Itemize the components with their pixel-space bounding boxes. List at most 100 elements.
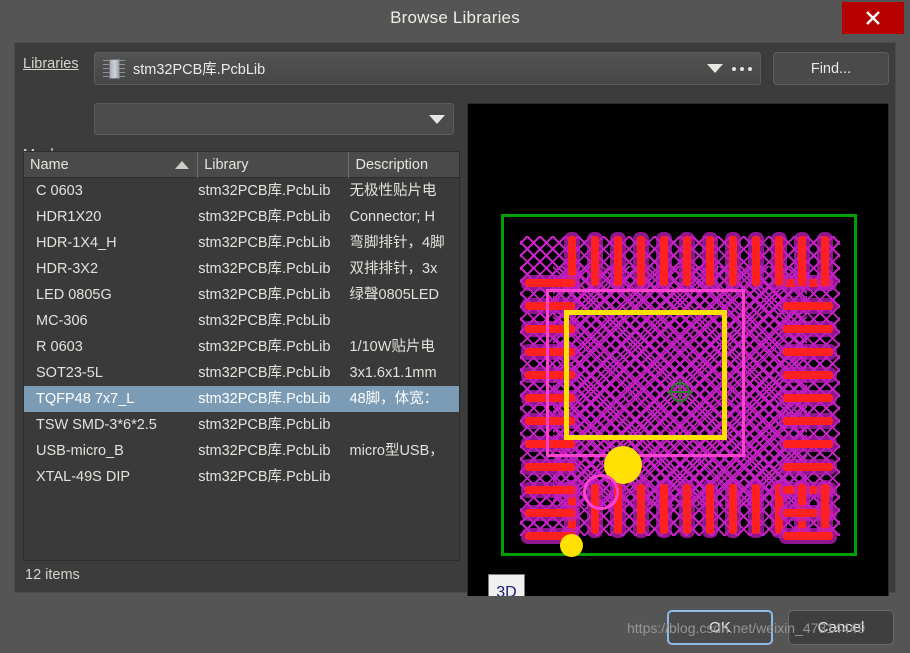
title-bar: Browse Libraries (0, 0, 910, 36)
ellipsis-icon[interactable] (732, 66, 752, 71)
table-row[interactable]: USB-micro_B stm32PCB库.PcbLib micro型USB， (24, 438, 459, 464)
dialog-footer: OK Cancel (0, 596, 910, 653)
table-row[interactable]: C 0603 stm32PCB库.PcbLib 无极性贴片电 (24, 178, 459, 204)
cell-library: stm32PCB库.PcbLib (198, 209, 331, 225)
cell-name: HDR-3X2 (36, 261, 99, 277)
pad (783, 325, 833, 333)
table-row[interactable]: TQFP48 7x7_L stm32PCB库.PcbLib 48脚，体宽： (24, 386, 459, 412)
cell-name: MC-306 (36, 313, 88, 329)
cell-name: XTAL-49S DIP (36, 469, 131, 485)
cell-name: C 0603 (36, 183, 83, 199)
pad (752, 484, 760, 534)
cancel-button[interactable]: Cancel (788, 610, 894, 645)
window-title: Browse Libraries (390, 8, 520, 27)
table-row[interactable]: TSW SMD-3*6*2.5 stm32PCB库.PcbLib (24, 412, 459, 438)
cell-library: stm32PCB库.PcbLib (198, 339, 331, 355)
libraries-combobox[interactable]: stm32PCB库.PcbLib (94, 52, 761, 85)
ok-button[interactable]: OK (667, 610, 773, 645)
cell-description: micro型USB， (349, 443, 444, 459)
origin-pad (560, 534, 583, 557)
table-row[interactable]: SOT23-5L stm32PCB库.PcbLib 3x1.6x1.1mm (24, 360, 459, 386)
pad (660, 484, 668, 534)
pad (783, 348, 833, 356)
cell-library: stm32PCB库.PcbLib (198, 469, 331, 485)
cell-description (350, 412, 459, 438)
pcb-library-icon (103, 58, 125, 80)
component-body-outline (564, 310, 727, 440)
item-count-status: 12 items (25, 567, 80, 583)
column-header-library[interactable]: Library (198, 152, 350, 178)
column-header-description[interactable]: Description (349, 152, 459, 178)
cell-name: HDR-1X4_H (36, 235, 117, 251)
cell-description: Connector; H (349, 209, 435, 225)
pad (660, 236, 668, 286)
cell-description: 无极性贴片电 (349, 183, 437, 199)
table-row[interactable]: HDR1X20 stm32PCB库.PcbLib Connector; H (24, 204, 459, 230)
cell-description: 3x1.6x1.1mm (349, 365, 437, 381)
table-row[interactable]: HDR-3X2 stm32PCB库.PcbLib 双排排针，3x (24, 256, 459, 282)
pad (783, 371, 833, 379)
pad (821, 236, 829, 286)
cell-description: 双排排针，3x (349, 261, 438, 277)
cell-name: TSW SMD-3*6*2.5 (36, 417, 157, 433)
cell-name: R 0603 (36, 339, 83, 355)
component-list[interactable]: Name Library Description C 0603 stm32PCB库… (23, 151, 460, 561)
pad (683, 484, 691, 534)
pcb-footprint-render (501, 214, 857, 557)
pad (683, 236, 691, 286)
pad (783, 463, 833, 471)
cell-library: stm32PCB库.PcbLib (198, 443, 331, 459)
pad (706, 484, 714, 534)
footprint-preview[interactable]: 3D (467, 103, 889, 621)
cell-library: stm32PCB库.PcbLib (198, 235, 331, 251)
chevron-down-icon[interactable] (429, 114, 445, 124)
pad (775, 236, 783, 286)
table-row[interactable]: LED 0805G stm32PCB库.PcbLib 绿聲0805LED (24, 282, 459, 308)
close-button[interactable] (842, 2, 904, 34)
table-row[interactable]: MC-306 stm32PCB库.PcbLib (24, 308, 459, 334)
pad (614, 236, 622, 286)
pad (525, 279, 575, 287)
pad (591, 236, 599, 286)
table-row[interactable]: XTAL-49S DIP stm32PCB库.PcbLib (24, 464, 459, 490)
list-header: Name Library Description (24, 152, 459, 178)
pad (798, 236, 806, 286)
origin-crosshair-icon (667, 379, 693, 405)
pad (783, 394, 833, 402)
cell-library: stm32PCB库.PcbLib (198, 183, 331, 199)
dialog-body: Libraries stm32PCB库.PcbLib Find... Mask (14, 42, 896, 621)
cell-name: SOT23-5L (36, 365, 103, 381)
cell-name: TQFP48 7x7_L (36, 391, 135, 407)
pad (775, 484, 783, 534)
cell-description: 绿聲0805LED (349, 287, 439, 303)
pad (821, 484, 829, 534)
pad (783, 417, 833, 425)
sort-ascending-icon (175, 160, 190, 169)
cell-library: stm32PCB库.PcbLib (198, 261, 331, 277)
cell-description: 1/10W贴片电 (349, 339, 435, 355)
table-row[interactable]: R 0603 stm32PCB库.PcbLib 1/10W贴片电 (24, 334, 459, 360)
cell-library: stm32PCB库.PcbLib (198, 391, 331, 407)
pad (637, 236, 645, 286)
cell-description: 48脚，体宽： (349, 391, 439, 407)
table-row[interactable]: HDR-1X4_H stm32PCB库.PcbLib 弯脚排针，4脚 (24, 230, 459, 256)
cell-library: stm32PCB库.PcbLib (198, 287, 331, 303)
pad (706, 236, 714, 286)
cell-description (350, 308, 459, 334)
libraries-label: Libraries (23, 56, 79, 72)
close-icon (864, 9, 882, 27)
chevron-down-icon[interactable] (707, 64, 723, 73)
find-button[interactable]: Find... (773, 52, 889, 85)
cell-name: LED 0805G (36, 287, 112, 303)
pad (525, 463, 575, 471)
column-header-name[interactable]: Name (24, 152, 199, 178)
pad (783, 440, 833, 448)
cell-description: 弯脚排针，4脚 (349, 235, 445, 251)
mask-combobox[interactable] (94, 103, 454, 135)
column-header-name-label: Name (30, 156, 69, 173)
cell-library: stm32PCB库.PcbLib (198, 313, 331, 329)
cell-library: stm32PCB库.PcbLib (198, 417, 331, 433)
libraries-label-text: Libraries (23, 56, 79, 72)
libraries-combobox-value: stm32PCB库.PcbLib (133, 62, 266, 78)
pad (752, 236, 760, 286)
